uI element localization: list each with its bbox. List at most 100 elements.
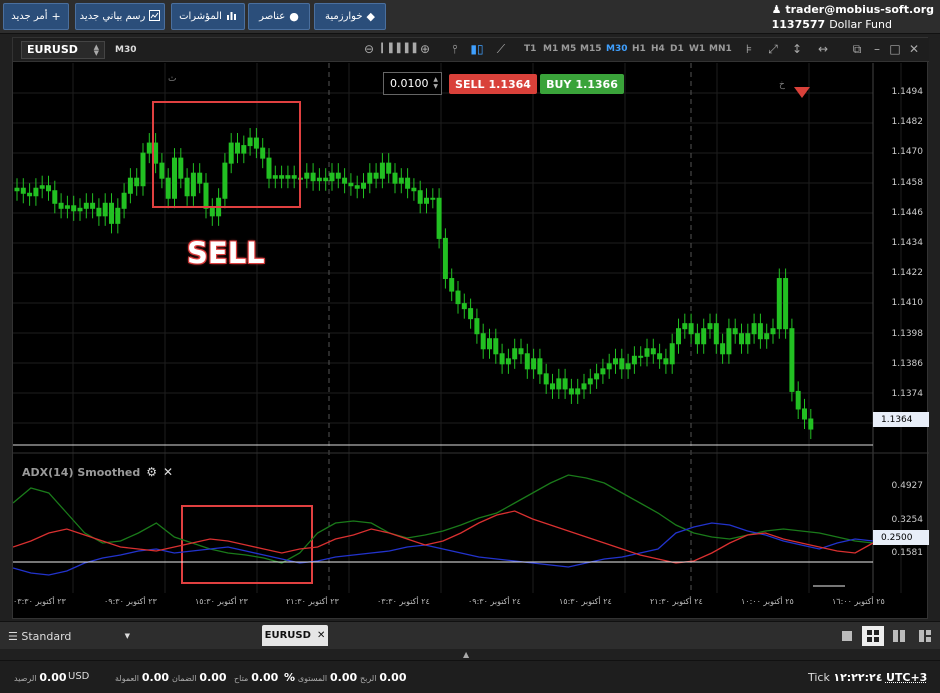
candle-body	[436, 197, 442, 239]
price-scale-label: 1.1410	[891, 298, 924, 309]
lot-size-input[interactable]: 0.0100 ▲ ▼	[383, 72, 442, 95]
candle-body	[802, 408, 807, 420]
tf-m5[interactable]: M5	[561, 44, 576, 54]
price-chart[interactable]: ثخ	[13, 63, 929, 620]
gear-icon[interactable]: ⚙	[146, 465, 157, 479]
candle-body	[518, 348, 524, 355]
candle-body	[581, 383, 587, 390]
tf-m15[interactable]: M15	[580, 44, 601, 54]
time-axis-label: ٢٤ أكتوبر ١٥:٣٠	[559, 597, 612, 606]
close-icon[interactable]: ✕	[906, 42, 922, 56]
new-order-button[interactable]: + أمر جديد	[3, 3, 69, 30]
tab-eurusd[interactable]: EURUSD ✕	[262, 625, 328, 646]
buy-label: BUY	[546, 77, 572, 91]
current-price-value: 1.1364	[881, 414, 913, 425]
candle-body	[323, 177, 329, 182]
session-mark: ث	[168, 74, 176, 84]
layout-select[interactable]: ☰ Standard ▼	[8, 627, 134, 645]
layout-single-button[interactable]	[836, 626, 858, 646]
free-value: 0.00	[251, 671, 279, 684]
fibonacci-icon[interactable]: ⊧	[741, 42, 757, 56]
candle-body	[537, 358, 543, 375]
timezone[interactable]: UTC+3	[886, 671, 927, 684]
indicator-scale-label: 0.4927	[891, 481, 924, 491]
horizontal-line-icon[interactable]: ↔	[815, 42, 831, 56]
zoom-out-icon[interactable]: ⊖	[361, 42, 377, 56]
tf-h1[interactable]: H1	[632, 44, 646, 54]
candle-body	[178, 157, 184, 179]
candle-body	[77, 207, 83, 212]
candle-body	[764, 333, 770, 340]
zoom-slider[interactable]: ▎▌▌▌▌	[381, 44, 421, 54]
layout-rows-button[interactable]	[914, 626, 936, 646]
candle-body	[720, 343, 726, 355]
candle-body	[701, 328, 707, 345]
symbol-value: EURUSD	[27, 43, 78, 56]
sell-annotation: SELL	[187, 236, 265, 270]
candle-body	[739, 333, 744, 345]
candle-body	[524, 353, 530, 370]
price-scale-label: 1.1434	[891, 238, 924, 248]
tf-h4[interactable]: H4	[651, 44, 665, 54]
candle-body	[386, 162, 392, 174]
elements-button[interactable]: ● عناصر	[248, 3, 310, 30]
level-value: 0.00	[330, 671, 358, 684]
sell-button[interactable]: SELL 1.1364	[449, 74, 537, 94]
candle-body	[694, 333, 700, 345]
collapse-panel-icon[interactable]: ▲	[463, 650, 469, 659]
candle-body	[379, 162, 385, 179]
candle-body	[606, 363, 612, 370]
tf-d1[interactable]: D1	[670, 44, 684, 54]
candle-body	[266, 157, 272, 179]
trendline-icon[interactable]: ⤢	[765, 42, 781, 57]
tf-w1[interactable]: W1	[689, 44, 705, 54]
candle-body	[96, 207, 102, 217]
tab-label: EURUSD	[264, 630, 311, 641]
layout-columns-button[interactable]	[888, 626, 910, 646]
candle-body	[449, 278, 455, 292]
vertical-line-icon[interactable]: ↕	[789, 42, 805, 56]
indicators-button[interactable]: المؤشرات	[171, 3, 245, 30]
bars-icon	[226, 10, 237, 24]
tf-m30[interactable]: M30	[606, 44, 627, 54]
candle-body	[279, 175, 285, 179]
close-indicator-icon[interactable]: ✕	[163, 465, 173, 479]
algorithms-button[interactable]: ◆ خوارزمية	[314, 3, 386, 30]
candle-chart-type-icon[interactable]: ▮▯	[469, 42, 485, 56]
candle-body	[562, 378, 568, 390]
minimize-icon[interactable]: –	[869, 42, 885, 56]
candle-body	[71, 205, 77, 212]
chart-icon	[149, 9, 161, 24]
chevron-down-icon: ▼	[124, 632, 130, 640]
candle-body	[304, 172, 310, 179]
indicator-scale-label: 0.3254	[891, 515, 924, 525]
chart-toolbar: EURUSD ▲ ▼ M30 ⊖ ▎▌▌▌▌ ⊕ ⫯ ▮▯ ⟋ T1 M1 M5 …	[13, 38, 929, 62]
time-axis-label: ٢٣ أكتوبر ١٥:٣٠	[195, 597, 248, 606]
candle-body	[329, 172, 335, 182]
elements-icon: ●	[289, 10, 299, 23]
zoom-in-icon[interactable]: ⊕	[417, 42, 433, 56]
candle-body	[638, 355, 644, 358]
account-number: 1137577	[771, 18, 826, 31]
tf-m1[interactable]: M1	[543, 44, 558, 54]
bar-chart-type-icon[interactable]: ⫯	[447, 42, 463, 57]
lot-spinner-icon[interactable]: ▲ ▼	[433, 76, 438, 90]
current-price-tag: 1.1364	[873, 412, 929, 427]
candle-body	[657, 353, 663, 360]
account-info[interactable]: ♟ trader@mobius-soft.org 1137577 Dollar F…	[772, 2, 934, 32]
close-tab-icon[interactable]: ✕	[317, 630, 325, 641]
new-chart-button[interactable]: رسم بياني جديد	[75, 3, 165, 30]
candle-body	[134, 177, 140, 187]
layout-grid-button[interactable]	[862, 626, 884, 646]
candle-body	[310, 172, 316, 182]
detach-icon[interactable]: ⧉	[849, 42, 865, 57]
time-axis-label: ٢٣ أكتوبر ٠٣:٣٠	[13, 597, 66, 606]
line-chart-type-icon[interactable]: ⟋	[493, 42, 509, 57]
tf-t1[interactable]: T1	[524, 44, 536, 54]
price-scale-label: 1.1422	[891, 268, 924, 279]
buy-button[interactable]: BUY 1.1366	[540, 74, 624, 94]
tf-mn1[interactable]: MN1	[709, 44, 732, 54]
candle-body	[776, 278, 782, 330]
symbol-select[interactable]: EURUSD ▲ ▼	[21, 40, 105, 59]
maximize-icon[interactable]: □	[887, 42, 903, 56]
